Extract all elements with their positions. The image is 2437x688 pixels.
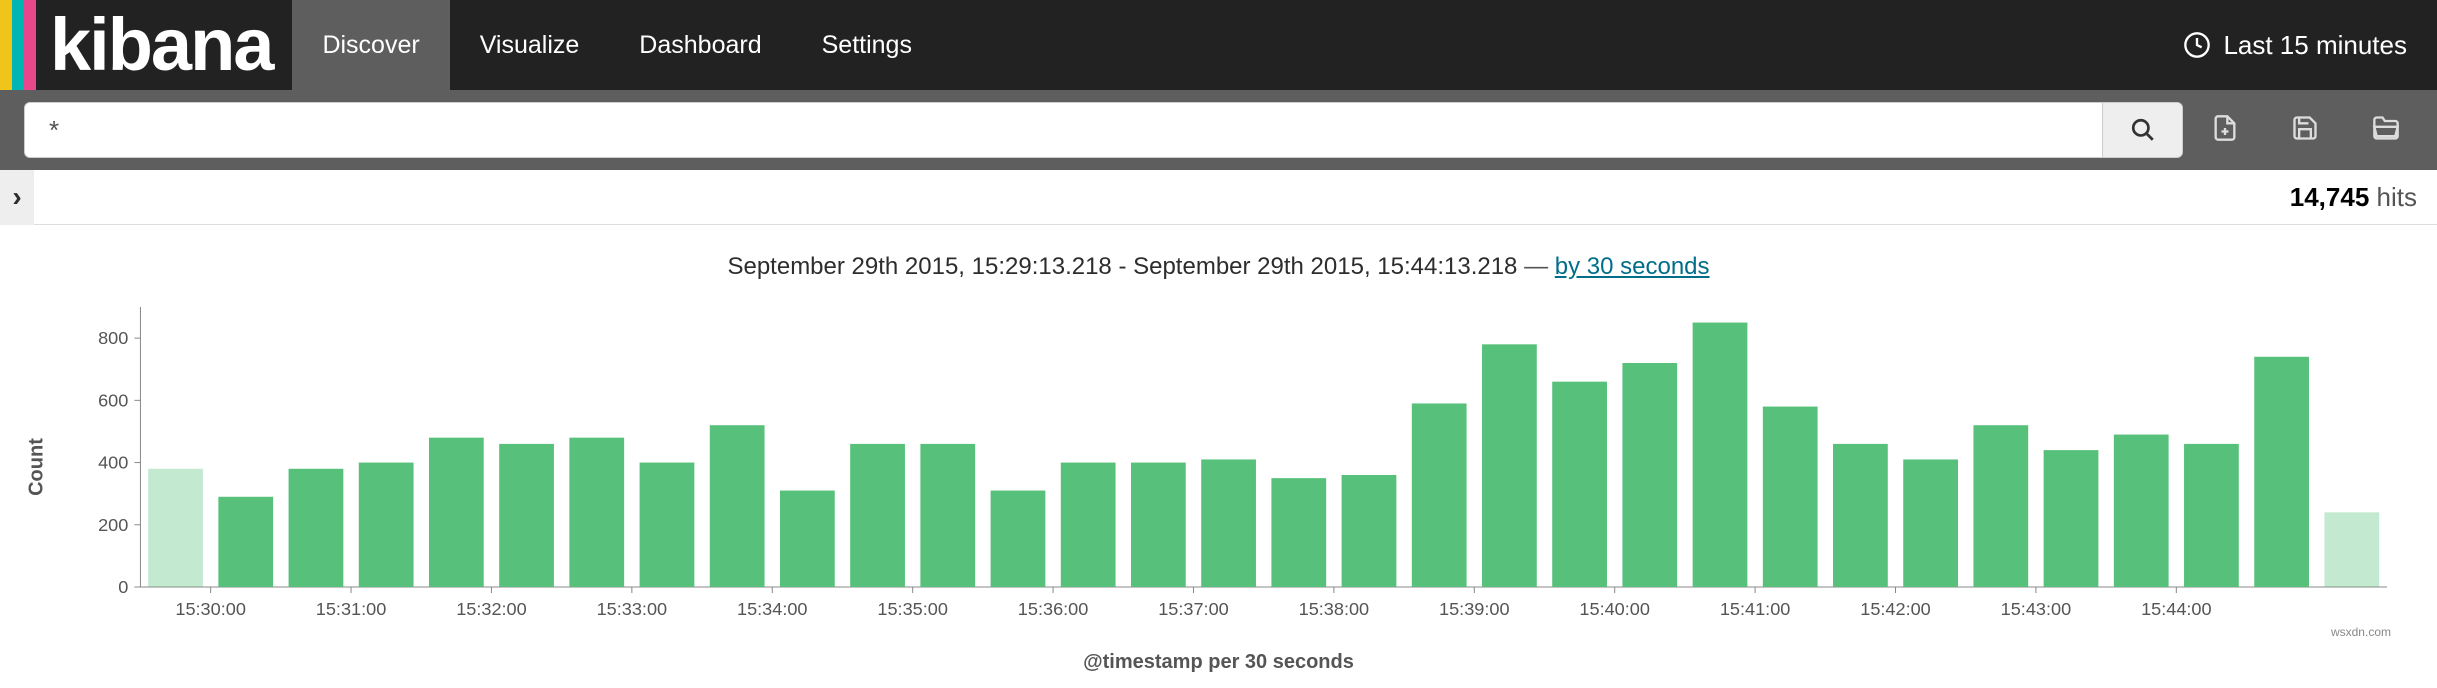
svg-text:15:34:00: 15:34:00 xyxy=(737,599,808,619)
time-picker-label: Last 15 minutes xyxy=(2223,30,2407,61)
query-input[interactable] xyxy=(25,103,2102,157)
save-icon xyxy=(2291,114,2319,142)
caption-separator: — xyxy=(1524,253,1548,280)
open-search-button[interactable] xyxy=(2371,114,2401,147)
svg-text:15:32:00: 15:32:00 xyxy=(456,599,527,619)
y-axis-label: Count xyxy=(25,438,48,496)
histogram-bar[interactable] xyxy=(1271,478,1326,587)
hits-row: › 14,745 hits xyxy=(0,170,2437,225)
histogram-bar[interactable] xyxy=(1061,463,1116,587)
action-icons xyxy=(2211,114,2413,147)
logo-stripe xyxy=(0,0,12,90)
svg-text:15:33:00: 15:33:00 xyxy=(597,599,668,619)
tab-discover[interactable]: Discover xyxy=(292,0,449,90)
interval-link[interactable]: by 30 seconds xyxy=(1555,253,1710,280)
logo-stripes xyxy=(0,0,36,90)
histogram-bar[interactable] xyxy=(429,438,484,587)
svg-text:600: 600 xyxy=(98,390,128,410)
hits-count: 14,745 xyxy=(2290,182,2370,212)
logo-stripe xyxy=(24,0,36,90)
time-picker[interactable]: Last 15 minutes xyxy=(2153,0,2437,90)
svg-text:800: 800 xyxy=(98,328,128,348)
histogram-bar[interactable] xyxy=(359,463,414,587)
histogram-bar[interactable] xyxy=(1201,459,1256,587)
svg-text:15:43:00: 15:43:00 xyxy=(2001,599,2072,619)
svg-text:15:37:00: 15:37:00 xyxy=(1158,599,1229,619)
brand-logo: kibana xyxy=(0,0,292,90)
histogram-chart: Count 020040060080015:30:0015:31:0015:32… xyxy=(80,297,2397,637)
svg-text:15:30:00: 15:30:00 xyxy=(175,599,246,619)
tab-dashboard[interactable]: Dashboard xyxy=(609,0,791,90)
histogram-bar[interactable] xyxy=(569,438,624,587)
svg-text:200: 200 xyxy=(98,515,128,535)
svg-text:15:44:00: 15:44:00 xyxy=(2141,599,2212,619)
folder-open-icon xyxy=(2371,114,2401,142)
svg-text:15:40:00: 15:40:00 xyxy=(1579,599,1650,619)
histogram-bar[interactable] xyxy=(1833,444,1888,587)
file-plus-icon xyxy=(2211,114,2239,142)
svg-text:0: 0 xyxy=(118,577,128,597)
query-input-wrap xyxy=(24,102,2183,158)
histogram-bar[interactable] xyxy=(148,469,203,587)
svg-text:15:39:00: 15:39:00 xyxy=(1439,599,1510,619)
histogram-bar[interactable] xyxy=(2254,357,2309,587)
histogram-bar[interactable] xyxy=(920,444,975,587)
search-button[interactable] xyxy=(2102,103,2182,157)
histogram-bar[interactable] xyxy=(1482,344,1537,587)
nav-tabs: Discover Visualize Dashboard Settings xyxy=(292,0,942,90)
histogram-bar[interactable] xyxy=(1693,323,1748,587)
histogram-bar[interactable] xyxy=(2184,444,2239,587)
histogram-bar[interactable] xyxy=(1342,475,1397,587)
svg-text:15:31:00: 15:31:00 xyxy=(316,599,387,619)
save-search-button[interactable] xyxy=(2291,114,2319,147)
logo-stripe xyxy=(12,0,24,90)
hits-text: 14,745 hits xyxy=(2270,182,2437,213)
svg-text:15:38:00: 15:38:00 xyxy=(1299,599,1370,619)
histogram-bar[interactable] xyxy=(1973,425,2028,587)
new-search-button[interactable] xyxy=(2211,114,2239,147)
svg-text:15:42:00: 15:42:00 xyxy=(1860,599,1931,619)
histogram-bar[interactable] xyxy=(1763,407,1818,587)
histogram-bar[interactable] xyxy=(499,444,554,587)
tab-settings[interactable]: Settings xyxy=(792,0,942,90)
histogram-bar[interactable] xyxy=(1131,463,1186,587)
toggle-sidebar-button[interactable]: › xyxy=(0,170,34,225)
histogram-bar[interactable] xyxy=(218,497,273,587)
histogram-bar[interactable] xyxy=(2324,512,2379,587)
chevron-right-icon: › xyxy=(12,181,21,213)
svg-text:400: 400 xyxy=(98,453,128,473)
hits-label: hits xyxy=(2377,182,2417,212)
svg-text:15:41:00: 15:41:00 xyxy=(1720,599,1791,619)
histogram-bar[interactable] xyxy=(2044,450,2099,587)
brand-name: kibana xyxy=(50,0,272,90)
histogram-bar[interactable] xyxy=(1552,382,1607,587)
x-axis-label: @timestamp per 30 seconds xyxy=(0,647,2437,688)
clock-icon xyxy=(2183,31,2211,59)
svg-text:15:35:00: 15:35:00 xyxy=(877,599,948,619)
histogram-bar[interactable] xyxy=(850,444,905,587)
search-icon xyxy=(2130,117,2156,143)
histogram-bar[interactable] xyxy=(640,463,695,587)
chart-svg: 0 200 400 600 800 15:30:00 15:31:00 15:32:00 15:… xyxy=(80,297,2397,637)
histogram-bar[interactable] xyxy=(710,425,765,587)
histogram-bar[interactable] xyxy=(780,491,835,587)
histogram-bar[interactable] xyxy=(1412,403,1467,587)
tab-visualize[interactable]: Visualize xyxy=(450,0,610,90)
main-navbar: kibana Discover Visualize Dashboard Sett… xyxy=(0,0,2437,90)
histogram-bar[interactable] xyxy=(1903,459,1958,587)
time-range-caption: September 29th 2015, 15:29:13.218 - Sept… xyxy=(0,225,2437,287)
histogram-bar[interactable] xyxy=(289,469,344,587)
histogram-bar[interactable] xyxy=(1622,363,1677,587)
svg-text:15:36:00: 15:36:00 xyxy=(1018,599,1089,619)
histogram-bar[interactable] xyxy=(991,491,1046,587)
time-range-text: September 29th 2015, 15:29:13.218 - Sept… xyxy=(727,253,1517,280)
histogram-bar[interactable] xyxy=(2114,435,2169,587)
watermark: wsxdn.com xyxy=(2331,625,2391,639)
